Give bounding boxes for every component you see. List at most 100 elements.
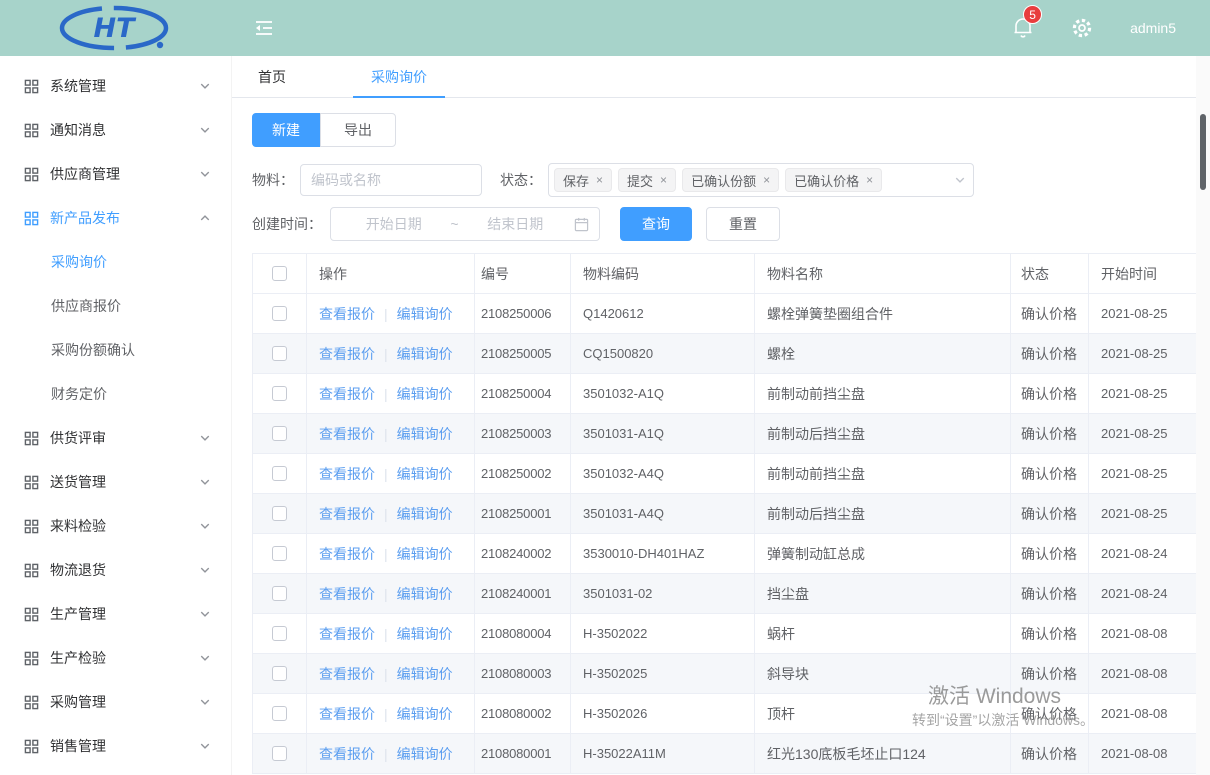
sidebar-item[interactable]: 生产管理 <box>0 592 231 636</box>
sidebar-item-label: 新产品发布 <box>50 208 120 228</box>
row-checkbox[interactable] <box>272 626 287 641</box>
view-quote-link[interactable]: 查看报价 <box>319 544 375 564</box>
row-checkbox[interactable] <box>272 426 287 441</box>
material-input[interactable] <box>300 164 482 196</box>
status-value: 确认价格 <box>1011 734 1089 774</box>
view-quote-link[interactable]: 查看报价 <box>319 744 375 764</box>
status-value: 确认价格 <box>1011 654 1089 694</box>
view-quote-link[interactable]: 查看报价 <box>319 504 375 524</box>
material-code: H-3502022 <box>571 614 755 654</box>
row-checkbox[interactable] <box>272 706 287 721</box>
view-quote-link[interactable]: 查看报价 <box>319 584 375 604</box>
grid-icon <box>24 79 39 94</box>
table-row: 查看报价 | 编辑询价 2108250006 Q1420612 螺栓弹簧垫圈组合… <box>253 294 1196 334</box>
sidebar-item[interactable]: 供应商管理 <box>0 152 231 196</box>
sidebar-subitem[interactable]: 财务定价 <box>0 372 231 416</box>
start-time-value: 2021-08-08 <box>1089 734 1196 774</box>
grid-icon <box>24 167 39 182</box>
calendar-icon <box>574 217 589 232</box>
edit-inquiry-link[interactable]: 编辑询价 <box>397 744 453 764</box>
status-value: 确认价格 <box>1011 614 1089 654</box>
edit-inquiry-link[interactable]: 编辑询价 <box>397 424 453 444</box>
row-checkbox[interactable] <box>272 546 287 561</box>
view-quote-link[interactable]: 查看报价 <box>319 704 375 724</box>
sidebar-item[interactable]: 销售管理 <box>0 724 231 768</box>
edit-inquiry-link[interactable]: 编辑询价 <box>397 584 453 604</box>
sidebar-item[interactable]: 送货管理 <box>0 460 231 504</box>
sidebar-item[interactable]: 供货评审 <box>0 416 231 460</box>
column-start-time: 开始时间 <box>1089 254 1196 294</box>
row-checkbox[interactable] <box>272 386 287 401</box>
sidebar-group: 供应商管理 <box>0 152 231 196</box>
status-tag-label: 已确认价格 <box>794 171 859 190</box>
export-button[interactable]: 导出 <box>320 113 396 147</box>
material-code: 3501031-02 <box>571 574 755 614</box>
edit-inquiry-link[interactable]: 编辑询价 <box>397 344 453 364</box>
inquiry-number: 2108250005 <box>475 334 571 374</box>
scrollbar-thumb[interactable] <box>1200 114 1206 190</box>
user-menu[interactable]: admin5 <box>1130 20 1176 36</box>
view-quote-link[interactable]: 查看报价 <box>319 664 375 684</box>
tag-close-icon[interactable]: × <box>763 174 770 186</box>
row-checkbox[interactable] <box>272 346 287 361</box>
edit-inquiry-link[interactable]: 编辑询价 <box>397 504 453 524</box>
sidebar-fold-button[interactable] <box>253 18 275 38</box>
view-quote-link[interactable]: 查看报价 <box>319 424 375 444</box>
sidebar-item-label: 系统管理 <box>50 76 106 96</box>
edit-inquiry-link[interactable]: 编辑询价 <box>397 304 453 324</box>
search-button[interactable]: 查询 <box>620 207 692 241</box>
sidebar-subitem[interactable]: 供应商报价 <box>0 284 231 328</box>
sidebar-item[interactable]: 通知消息 <box>0 108 231 152</box>
row-checkbox[interactable] <box>272 666 287 681</box>
select-chevron-down-icon <box>954 174 966 186</box>
sidebar-item[interactable]: 物流退货 <box>0 548 231 592</box>
sidebar-item[interactable]: 采购管理 <box>0 680 231 724</box>
row-checkbox[interactable] <box>272 466 287 481</box>
status-select[interactable]: 保存 × 提交 × 已确认份额 × 已确认价格 × <box>548 163 974 197</box>
new-button[interactable]: 新建 <box>252 113 320 147</box>
tab-purchase-inquiry[interactable]: 采购询价 <box>353 56 445 97</box>
sidebar-item[interactable]: 新产品发布 <box>0 196 231 240</box>
tab-home[interactable]: 首页 <box>240 56 304 97</box>
status-label: 状态： <box>500 170 542 190</box>
grid-icon <box>24 519 39 534</box>
tag-close-icon[interactable]: × <box>596 174 603 186</box>
settings-button[interactable] <box>1070 16 1094 40</box>
chevron-down-icon <box>199 124 211 136</box>
edit-inquiry-link[interactable]: 编辑询价 <box>397 664 453 684</box>
sidebar-item[interactable]: 来料检验 <box>0 504 231 548</box>
edit-inquiry-link[interactable]: 编辑询价 <box>397 624 453 644</box>
view-quote-link[interactable]: 查看报价 <box>319 384 375 404</box>
tag-close-icon[interactable]: × <box>866 174 873 186</box>
sidebar-group: 生产管理 <box>0 592 231 636</box>
date-range-picker[interactable]: 开始日期 ~ 结束日期 <box>330 207 600 241</box>
sidebar-item[interactable]: 生产检验 <box>0 636 231 680</box>
view-quote-link[interactable]: 查看报价 <box>319 464 375 484</box>
edit-inquiry-link[interactable]: 编辑询价 <box>397 464 453 484</box>
row-checkbox[interactable] <box>272 506 287 521</box>
edit-inquiry-link[interactable]: 编辑询价 <box>397 704 453 724</box>
view-quote-link[interactable]: 查看报价 <box>319 624 375 644</box>
sidebar-item[interactable]: 系统管理 <box>0 64 231 108</box>
status-tag: 已确认份额 × <box>682 168 779 192</box>
status-tag-label: 已确认份额 <box>691 171 756 190</box>
row-checkbox[interactable] <box>272 586 287 601</box>
vertical-scrollbar[interactable] <box>1196 56 1210 775</box>
tag-close-icon[interactable]: × <box>660 174 667 186</box>
table-row: 查看报价 | 编辑询价 2108250003 3501031-A1Q 前制动后挡… <box>253 414 1196 454</box>
material-code: 3530010-DH401HAZ <box>571 534 755 574</box>
view-quote-link[interactable]: 查看报价 <box>319 304 375 324</box>
edit-inquiry-link[interactable]: 编辑询价 <box>397 544 453 564</box>
sidebar-subitem[interactable]: 采购份额确认 <box>0 328 231 372</box>
select-all-checkbox[interactable] <box>272 266 287 281</box>
row-checkbox[interactable] <box>272 306 287 321</box>
edit-inquiry-link[interactable]: 编辑询价 <box>397 384 453 404</box>
sidebar-item-label: 供货评审 <box>50 428 106 448</box>
reset-button[interactable]: 重置 <box>706 207 780 241</box>
sidebar-subitem[interactable]: 采购询价 <box>0 240 231 284</box>
view-quote-link[interactable]: 查看报价 <box>319 344 375 364</box>
row-checkbox[interactable] <box>272 746 287 761</box>
material-code: 3501032-A4Q <box>571 454 755 494</box>
material-name: 弹簧制动缸总成 <box>755 534 1011 574</box>
notifications-button[interactable]: 5 <box>1012 16 1034 40</box>
